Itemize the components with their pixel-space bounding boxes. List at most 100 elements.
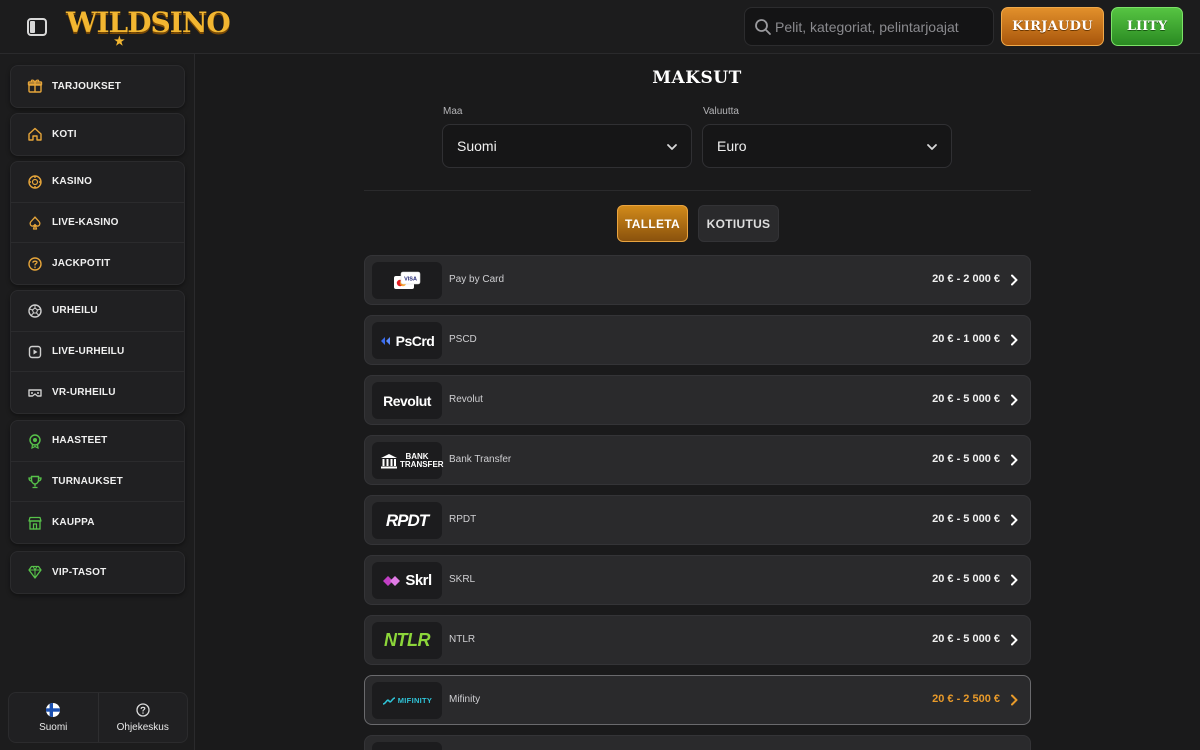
currency-label: Valuutta (703, 106, 739, 117)
search-input[interactable] (775, 8, 990, 45)
payment-method-name: Mifinity (449, 694, 481, 705)
sidebar-item-koti[interactable]: KOTI (11, 114, 184, 155)
payment-method-limits: 20 € - 5 000 € (932, 513, 1000, 525)
payment-logo-partial (372, 742, 442, 750)
sidebar-item-vr-urheilu[interactable]: VR-URHEILU (11, 372, 184, 413)
sidebar-item-live-urheilu[interactable]: LIVE-URHEILU (11, 332, 184, 373)
sidebar-item-label: KOTI (52, 128, 77, 140)
mifinity-logo-text: MIFINITY (397, 696, 433, 705)
pscrd-mark-icon (380, 336, 390, 345)
logo-text: WILDSINO (66, 6, 231, 39)
currency-value: Euro (717, 138, 747, 154)
sidebar-item-label: URHEILU (52, 305, 98, 317)
bank-icon (381, 453, 397, 468)
country-label: Maa (443, 106, 463, 117)
payment-method-name: SKRL (449, 574, 476, 585)
mifinity-logo: MIFINITY (372, 682, 442, 719)
sidebar-group-vip: VIP-TASOT (10, 551, 185, 594)
chevron-right-icon (1011, 274, 1018, 286)
payment-method-name: Revolut (449, 394, 483, 405)
revolut-logo: Revolut (372, 382, 442, 419)
revolut-logo-text: Revolut (383, 392, 431, 409)
sidebar-item-vip-tasot[interactable]: VIP-TASOT (11, 552, 184, 593)
chevron-right-icon (1011, 454, 1018, 466)
search-box[interactable] (744, 7, 994, 46)
chevron-down-icon (667, 144, 677, 150)
chevron-right-icon (1011, 514, 1018, 526)
card-logo: VISA (372, 262, 442, 299)
sidebar-group-promotions: TARJOUKSET (10, 65, 185, 108)
card-icon: VISA (394, 271, 421, 289)
sidebar-item-label: LIVE-KASINO (52, 217, 119, 229)
sidebar-bottom-bar: Suomi Ohjekeskus (8, 692, 188, 743)
chevron-down-icon (927, 144, 937, 150)
vr-headset-icon (28, 389, 42, 397)
skrl-logo-text: Skrl (405, 572, 432, 589)
sidebar-item-live-kasino[interactable]: LIVE-KASINO (11, 203, 184, 244)
trophy-icon (28, 475, 42, 488)
sidebar-item-label: TARJOUKSET (52, 80, 122, 92)
wildsino-logo[interactable]: WILDSINO ★ (66, 6, 231, 48)
payment-method-row[interactable]: NTLR NTLR 20 € - 5 000 € (364, 615, 1031, 665)
sidebar-item-label: TURNAUKSET (52, 476, 123, 488)
help-icon (136, 702, 150, 717)
payment-method-limits: 20 € - 5 000 € (932, 573, 1000, 585)
language-selector[interactable]: Suomi (9, 693, 98, 742)
payment-method-row[interactable]: BANK TRANSFER Bank Transfer 20 € - 5 000… (364, 435, 1031, 485)
star-icon: ★ (114, 34, 125, 48)
sidebar-item-jackpotit[interactable]: JACKPOTIT (11, 243, 184, 284)
sidebar-item-kauppa[interactable]: KAUPPA (11, 502, 184, 543)
payment-method-row[interactable]: RPDT RPDT 20 € - 5 000 € (364, 495, 1031, 545)
payment-method-limits: 20 € - 2 500 € (932, 693, 1000, 705)
payment-method-row[interactable] (364, 735, 1031, 750)
payment-method-row[interactable]: Skrl SKRL 20 € - 5 000 € (364, 555, 1031, 605)
sidebar-item-label: KAUPPA (52, 517, 95, 529)
login-button[interactable]: KIRJAUDU (1001, 7, 1104, 46)
sidebar-item-label: LIVE-URHEILU (52, 346, 125, 358)
search-icon (755, 19, 771, 35)
top-header: WILDSINO ★ KIRJAUDU LIITY (0, 0, 1200, 54)
payment-method-row[interactable]: PsCrd PSCD 20 € - 1 000 € (364, 315, 1031, 365)
payment-method-row[interactable]: Revolut Revolut 20 € - 5 000 € (364, 375, 1031, 425)
sidebar-item-turnaukset[interactable]: TURNAUKSET (11, 462, 184, 503)
join-button[interactable]: LIITY (1111, 7, 1183, 46)
play-screen-icon (28, 345, 42, 358)
jackpot-icon (28, 257, 42, 271)
country-select[interactable]: Suomi (442, 124, 692, 168)
payment-method-row[interactable]: VISA Pay by Card 20 € - 2 000 € (364, 255, 1031, 305)
svg-text:VISA: VISA (404, 276, 417, 282)
currency-select[interactable]: Euro (702, 124, 952, 168)
bank-logo-text: BANK TRANSFER (400, 451, 444, 469)
badge-icon (29, 434, 41, 449)
payment-method-name: RPDT (449, 514, 477, 525)
pscrd-logo: PsCrd (372, 322, 442, 359)
sidebar: TARJOUKSET KOTI KASINO LIVE-KASINO JACKP… (0, 54, 195, 750)
payment-method-name: PSCD (449, 334, 477, 345)
sidebar-toggle-icon[interactable] (26, 16, 48, 38)
sidebar-group-challenges: HAASTEET TURNAUKSET KAUPPA (10, 420, 185, 545)
tab-deposit[interactable]: TALLETA (617, 205, 688, 242)
finland-flag-icon (46, 702, 61, 717)
payment-method-limits: 20 € - 5 000 € (932, 633, 1000, 645)
sidebar-group-casino: KASINO LIVE-KASINO JACKPOTIT (10, 161, 185, 286)
casino-chip-icon (28, 175, 42, 189)
shop-icon (28, 516, 42, 530)
spade-icon (29, 215, 41, 230)
payment-method-limits: 20 € - 2 000 € (932, 273, 1000, 285)
sidebar-item-label: VIP-TASOT (52, 566, 107, 578)
sidebar-item-kasino[interactable]: KASINO (11, 162, 184, 203)
help-label: Ohjekeskus (116, 721, 169, 733)
rpdt-logo: RPDT (372, 502, 442, 539)
sidebar-item-haasteet[interactable]: HAASTEET (11, 421, 184, 462)
diamond-icon (28, 566, 42, 579)
skrl-mark-icon (383, 575, 401, 586)
sidebar-item-urheilu[interactable]: URHEILU (11, 291, 184, 332)
tab-withdraw[interactable]: KOTIUTUS (698, 205, 779, 242)
ntlr-logo: NTLR (372, 622, 442, 659)
payment-method-limits: 20 € - 5 000 € (932, 453, 1000, 465)
payment-method-row[interactable]: MIFINITY Mifinity 20 € - 2 500 € (364, 675, 1031, 725)
rpdt-logo-text: RPDT (385, 510, 429, 530)
help-center-link[interactable]: Ohjekeskus (97, 693, 188, 742)
chevron-right-icon (1011, 694, 1018, 706)
sidebar-item-tarjoukset[interactable]: TARJOUKSET (11, 66, 184, 107)
